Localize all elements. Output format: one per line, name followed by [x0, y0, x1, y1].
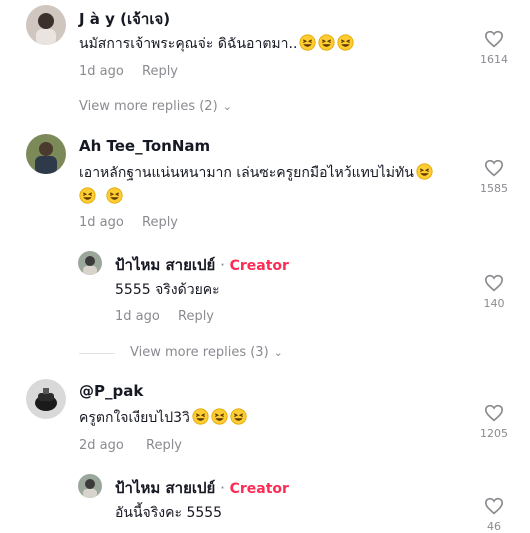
comment-username[interactable]: J à y (เจ้าเจ): [79, 7, 170, 31]
grinning-squinting-face-emoji: [211, 408, 228, 425]
like-count: 1614: [480, 53, 508, 66]
like-count: 1585: [480, 182, 508, 195]
reply-username[interactable]: ป้าไหม สายเปย์ · Creator: [115, 476, 289, 500]
reply-button[interactable]: Reply: [142, 64, 178, 79]
comment-username[interactable]: Ah Tee_TonNam: [79, 137, 210, 155]
like-button[interactable]: 1585: [474, 159, 514, 195]
creator-avatar[interactable]: [78, 474, 102, 498]
like-count: 46: [487, 520, 501, 533]
like-count: 140: [483, 297, 505, 310]
grinning-squinting-face-emoji: [79, 187, 96, 204]
creator-avatar[interactable]: [78, 251, 102, 275]
comment-text: ครูตกใจเงียบไป3วิ: [79, 405, 247, 431]
comment-username[interactable]: @P_pak: [79, 382, 143, 400]
comment-time: 2d ago: [79, 438, 124, 453]
comment-time: 1d ago: [79, 64, 124, 79]
reply-button[interactable]: Reply: [146, 438, 182, 453]
heart-outline-icon: [474, 497, 514, 515]
view-more-replies-button[interactable]: View more replies (3) ⌄: [130, 345, 283, 360]
chevron-down-icon: ⌄: [273, 346, 283, 359]
grinning-squinting-face-emoji: [192, 408, 209, 425]
heart-outline-icon: [474, 159, 514, 177]
avatar[interactable]: [26, 5, 66, 45]
comment-text: นมัสการเจ้าพระคุณจ่ะ ดิฉันอาตมา..: [79, 31, 354, 57]
divider: [79, 353, 115, 354]
like-button[interactable]: 1205: [474, 404, 514, 440]
like-button[interactable]: 46: [474, 497, 514, 533]
comment-text: เอาหลักฐานแน่นหนามาก เล่นซะครูยกมือไหว้แ…: [79, 160, 433, 186]
reply-button[interactable]: Reply: [142, 215, 178, 230]
reply-text: อันนี้จริงคะ 5555: [115, 505, 223, 521]
avatar[interactable]: [26, 379, 66, 419]
heart-outline-icon: [474, 404, 514, 422]
heart-outline-icon: [474, 30, 514, 48]
grinning-squinting-face-emoji: [318, 34, 335, 51]
reply-username[interactable]: ป้าไหม สายเปย์ · Creator: [115, 253, 289, 277]
grinning-squinting-face-emoji: [416, 163, 433, 180]
chevron-down-icon: ⌄: [222, 100, 232, 113]
grinning-squinting-face-emoji: [230, 408, 247, 425]
grinning-squinting-face-emoji: [106, 187, 123, 204]
comment-time: 1d ago: [79, 215, 124, 230]
like-button[interactable]: 140: [474, 274, 514, 310]
creator-badge: Creator: [229, 481, 289, 497]
reply-button[interactable]: Reply: [178, 309, 214, 324]
view-more-replies-button[interactable]: View more replies (2) ⌄: [79, 99, 232, 114]
avatar[interactable]: [26, 134, 66, 174]
grinning-squinting-face-emoji: [337, 34, 354, 51]
grinning-squinting-face-emoji: [299, 34, 316, 51]
reply-text: 5555 จริงด้วยคะ: [115, 282, 220, 298]
heart-outline-icon: [474, 274, 514, 292]
like-button[interactable]: 1614: [474, 30, 514, 66]
like-count: 1205: [480, 427, 508, 440]
reply-time: 1d ago: [115, 309, 160, 324]
comment-text-emoji-line: [77, 184, 123, 210]
creator-badge: Creator: [229, 258, 289, 274]
